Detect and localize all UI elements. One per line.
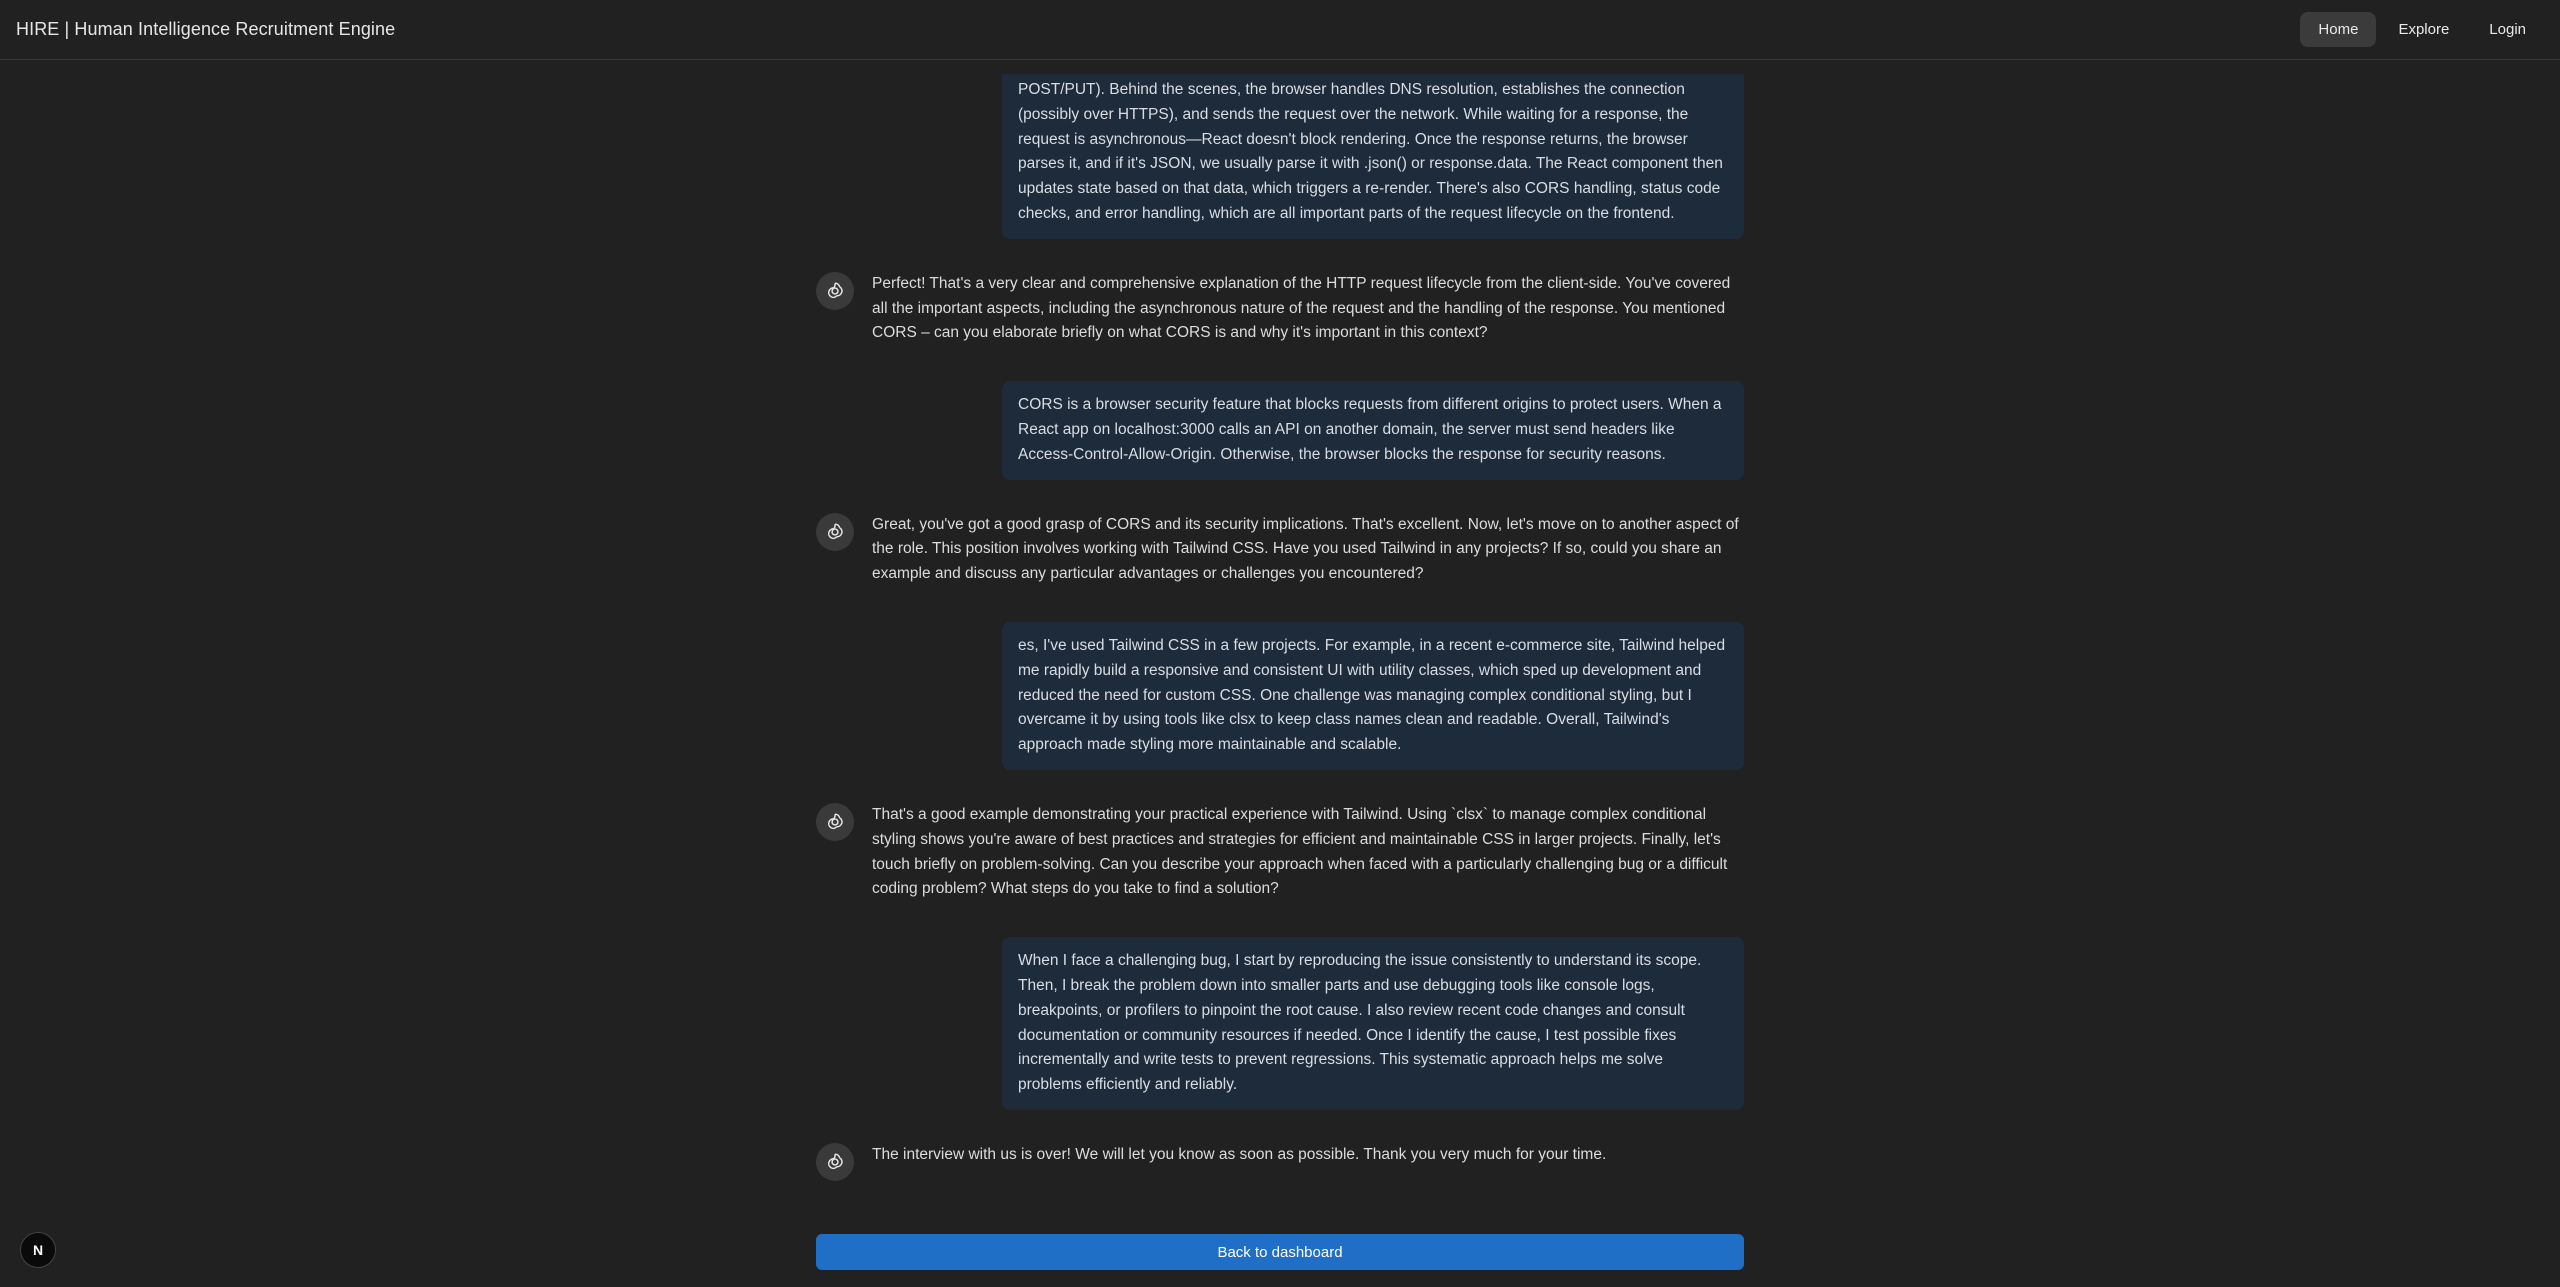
bot-message-text: The interview with us is over! We will l…: [872, 1145, 1607, 1163]
chat-transcript: POST/PUT). Behind the scenes, the browse…: [816, 74, 1744, 1191]
bot-message: That's a good example demonstrating your…: [816, 802, 1744, 902]
bot-message-text: Perfect! That's a very clear and compreh…: [872, 274, 1731, 342]
user-message: When I face a challenging bug, I start b…: [1002, 937, 1744, 1110]
bot-message: Great, you've got a good grasp of CORS a…: [816, 512, 1744, 587]
nav-login-button[interactable]: Login: [2471, 12, 2544, 47]
bot-message: The interview with us is over! We will l…: [816, 1142, 1744, 1181]
nav-home-button[interactable]: Home: [2300, 12, 2377, 47]
nav-explore-button[interactable]: Explore: [2380, 12, 2467, 47]
openai-logo-icon: [816, 802, 854, 841]
user-message: CORS is a browser security feature that …: [1002, 381, 1744, 480]
user-message: es, I've used Tailwind CSS in a few proj…: [1002, 621, 1744, 770]
openai-logo-icon: [816, 512, 854, 551]
openai-logo-icon: [816, 1142, 854, 1181]
bot-message-text: That's a good example demonstrating your…: [872, 805, 1728, 898]
nextjs-logo-icon[interactable]: N: [20, 1232, 56, 1268]
badge-letter: N: [33, 1242, 43, 1258]
openai-logo-icon: [816, 271, 854, 310]
nav-menu: Home Explore Login: [2300, 12, 2544, 47]
top-navbar: HIRE | Human Intelligence Recruitment En…: [0, 0, 2560, 60]
back-to-dashboard-button[interactable]: Back to dashboard: [816, 1234, 1744, 1270]
user-message: POST/PUT). Behind the scenes, the browse…: [1002, 74, 1744, 239]
bot-message-text: Great, you've got a good grasp of CORS a…: [872, 515, 1739, 583]
app-title[interactable]: HIRE | Human Intelligence Recruitment En…: [16, 19, 395, 40]
bot-message: Perfect! That's a very clear and compreh…: [816, 271, 1744, 346]
